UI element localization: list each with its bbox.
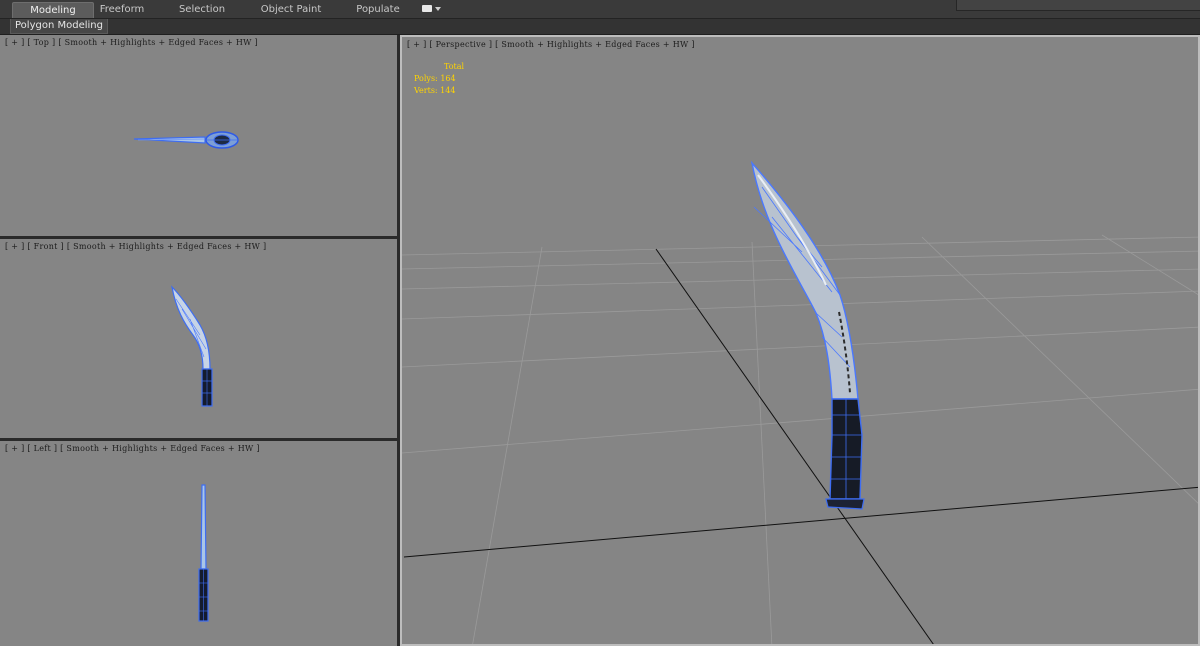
top-view-canvas	[133, 131, 239, 149]
stats-header: Total	[444, 62, 465, 71]
tab-freeform[interactable]: Freeform	[92, 2, 152, 17]
chevron-down-icon	[435, 7, 441, 11]
knife-model-front	[171, 285, 213, 407]
tab-modeling[interactable]: Modeling	[12, 2, 94, 18]
stats-verts-row: Verts: 144	[414, 85, 464, 97]
perspective-view-canvas	[402, 160, 1198, 644]
scene-statistics: Total Polys: 164 Verts: 144	[414, 61, 464, 97]
viewport-front[interactable]: [ + ] [ Front ] [ Smooth + Highlights + …	[0, 239, 397, 438]
stats-verts-value: 144	[440, 86, 456, 95]
home-grid	[402, 234, 1198, 644]
viewport-label-perspective: [ + ] [ Perspective ] [ Smooth + Highlig…	[407, 40, 695, 49]
ribbon: Modeling Freeform Selection Object Paint…	[0, 0, 1200, 19]
viewport-divider-horizontal[interactable]	[0, 438, 397, 441]
left-view-canvas	[198, 484, 209, 622]
viewport-menu-shading[interactable]: [ Smooth + Highlights + Edged Faces + HW…	[495, 40, 695, 49]
panel-label-polygon-modeling[interactable]: Polygon Modeling	[10, 19, 108, 34]
knife-model-perspective	[750, 160, 865, 510]
stats-polys-row: Polys: 164	[414, 73, 464, 85]
viewport-menu-view[interactable]: [ Perspective ]	[429, 40, 492, 49]
knife-model-top	[133, 131, 239, 149]
tab-selection[interactable]: Selection	[172, 2, 232, 17]
knife-model-left	[198, 484, 209, 622]
viewport-menu-plus[interactable]: [ + ]	[407, 40, 427, 49]
stats-polys-label: Polys:	[414, 74, 438, 83]
viewport-perspective[interactable]: [ + ] [ Perspective ] [ Smooth + Highlig…	[400, 35, 1200, 646]
stats-verts-label: Verts:	[414, 86, 438, 95]
ribbon-options-icon	[422, 5, 432, 12]
front-view-canvas	[171, 285, 213, 407]
tab-object-paint[interactable]: Object Paint	[255, 2, 327, 17]
stats-polys-value: 164	[440, 74, 456, 83]
viewport-left[interactable]: [ + ] [ Left ] [ Smooth + Highlights + E…	[0, 441, 397, 646]
ribbon-options-dropdown[interactable]	[420, 3, 442, 15]
grid-axes	[403, 248, 1198, 644]
viewport-divider-horizontal[interactable]	[0, 236, 397, 239]
viewport-top[interactable]: [ + ] [ Top ] [ Smooth + Highlights + Ed…	[0, 35, 397, 236]
ribbon-panel-bar: Polygon Modeling	[0, 19, 1200, 35]
ribbon-extension-area	[956, 0, 1200, 11]
tab-populate[interactable]: Populate	[352, 2, 404, 17]
